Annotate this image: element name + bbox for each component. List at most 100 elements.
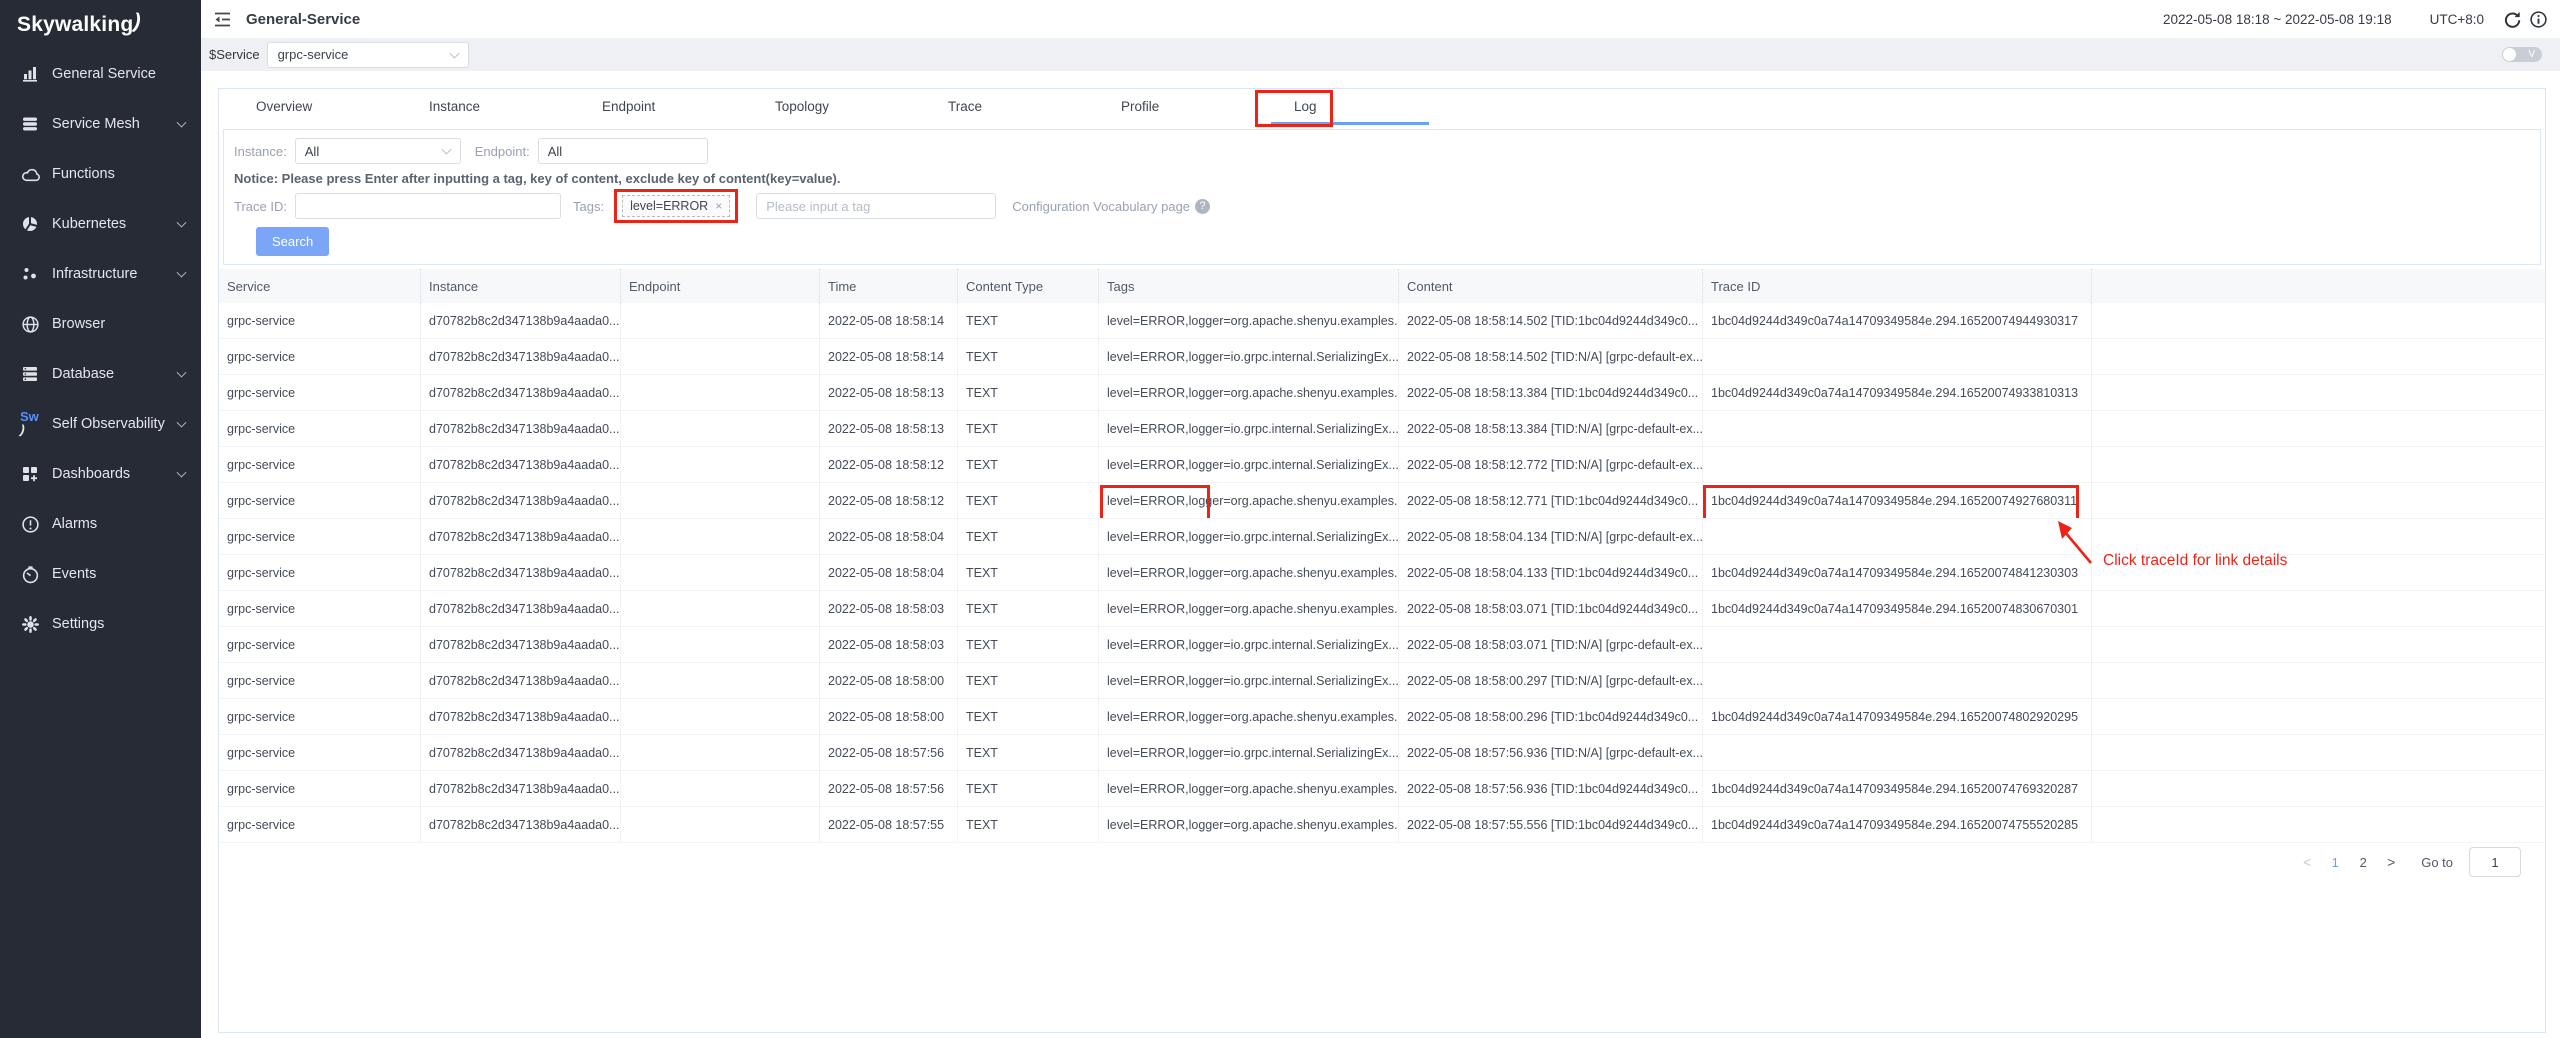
cell-content: 2022-05-08 18:58:12.772 [TID:N/A] [grpc-… xyxy=(1399,447,1703,482)
cell-content-type: TEXT xyxy=(958,735,1099,770)
timezone-label[interactable]: UTC+8:0 xyxy=(2430,12,2484,27)
time-range-picker[interactable]: 2022-05-08 18:18 ~ 2022-05-08 19:18 xyxy=(2163,12,2392,27)
chevron-down-icon xyxy=(177,368,187,378)
trace-id-link[interactable]: 1bc04d9244d349c0a74a14709349584e.294.165… xyxy=(1711,782,2078,796)
cell-endpoint xyxy=(621,807,820,842)
tab[interactable]: Overview xyxy=(256,89,429,125)
column-header: Content Type xyxy=(958,269,1099,303)
trace-id-link[interactable]: 1bc04d9244d349c0a74a14709349584e.294.165… xyxy=(1711,386,2078,400)
service-select[interactable]: grpc-service xyxy=(267,42,469,68)
tab[interactable]: Instance xyxy=(429,89,602,125)
log-row[interactable]: grpc-service d70782b8c2d347138b9a4aada0.… xyxy=(219,339,2545,375)
log-row[interactable]: grpc-service d70782b8c2d347138b9a4aada0.… xyxy=(219,447,2545,483)
cell-content-type: TEXT xyxy=(958,663,1099,698)
configuration-vocabulary-link[interactable]: Configuration Vocabulary page xyxy=(1012,199,1190,214)
trace-id-link[interactable]: 1bc04d9244d349c0a74a14709349584e.294.165… xyxy=(1711,602,2078,616)
cell-time: 2022-05-08 18:58:13 xyxy=(820,375,958,410)
log-row[interactable]: grpc-service d70782b8c2d347138b9a4aada0.… xyxy=(219,699,2545,735)
goto-label: Go to xyxy=(2421,855,2453,870)
log-row[interactable]: grpc-service d70782b8c2d347138b9a4aada0.… xyxy=(219,591,2545,627)
cell-endpoint xyxy=(621,519,820,554)
endpoint-filter-label: Endpoint: xyxy=(475,144,530,159)
sidebar-item-browser[interactable]: Browser xyxy=(0,299,201,349)
log-row[interactable]: grpc-service d70782b8c2d347138b9a4aada0.… xyxy=(219,627,2545,663)
trace-id-link[interactable]: 1bc04d9244d349c0a74a14709349584e.294.165… xyxy=(1711,818,2078,832)
log-row[interactable]: grpc-service d70782b8c2d347138b9a4aada0.… xyxy=(219,663,2545,699)
sidebar-item-self-observability[interactable]: Sw) Self Observability xyxy=(0,399,201,449)
sidebar-item-infrastructure[interactable]: Infrastructure xyxy=(0,249,201,299)
trace-id-link[interactable]: 1bc04d9244d349c0a74a14709349584e.294.165… xyxy=(1711,314,2078,328)
cell-time: 2022-05-08 18:58:12 xyxy=(820,483,958,518)
sidebar-item-settings[interactable]: Settings xyxy=(0,599,201,649)
cell-tags: level=ERROR,logger=org.apache.shenyu.exa… xyxy=(1099,375,1399,410)
cell-trace-id xyxy=(1703,627,2092,662)
tag-chip-label: level=ERROR xyxy=(630,199,708,213)
tag-chip[interactable]: level=ERROR × xyxy=(622,195,730,217)
sidebar-item-database[interactable]: Database xyxy=(0,349,201,399)
page-2-button[interactable]: 2 xyxy=(2357,855,2369,870)
sidebar-item-service-mesh[interactable]: Service Mesh xyxy=(0,99,201,149)
refresh-icon[interactable] xyxy=(2501,9,2521,29)
goto-page-input[interactable] xyxy=(2469,847,2521,877)
sidebar-item-events[interactable]: Events xyxy=(0,549,201,599)
log-row[interactable]: grpc-service d70782b8c2d347138b9a4aada0.… xyxy=(219,519,2545,555)
tab[interactable]: Endpoint xyxy=(602,89,775,125)
sidebar-item-dashboards[interactable]: Dashboards xyxy=(0,449,201,499)
next-page-icon[interactable]: > xyxy=(2385,854,2397,870)
trace-id-link[interactable]: 1bc04d9244d349c0a74a14709349584e.294.165… xyxy=(1711,710,2078,724)
tab[interactable]: Log xyxy=(1294,89,1467,125)
help-icon[interactable]: ? xyxy=(1195,199,1210,214)
cell-time: 2022-05-08 18:57:55 xyxy=(820,807,958,842)
auto-refresh-toggle[interactable]: V xyxy=(2502,47,2542,62)
page-title: General-Service xyxy=(246,11,360,28)
main-area: General-Service 2022-05-08 18:18 ~ 2022-… xyxy=(201,0,2560,1038)
log-row[interactable]: grpc-service d70782b8c2d347138b9a4aada0.… xyxy=(219,483,2545,519)
search-button[interactable]: Search xyxy=(256,227,329,256)
tab[interactable]: Trace xyxy=(948,89,1121,125)
cell-instance: d70782b8c2d347138b9a4aada0... xyxy=(421,663,621,698)
info-icon[interactable] xyxy=(2528,9,2548,29)
tag-input[interactable] xyxy=(756,193,996,219)
cell-content-type: TEXT xyxy=(958,591,1099,626)
column-header: Trace ID xyxy=(1703,269,2092,303)
cell-content-type: TEXT xyxy=(958,375,1099,410)
cell-content: 2022-05-08 18:58:12.771 [TID:1bc04d9244d… xyxy=(1399,483,1703,518)
cell-instance: d70782b8c2d347138b9a4aada0... xyxy=(421,591,621,626)
log-row[interactable]: grpc-service d70782b8c2d347138b9a4aada0.… xyxy=(219,411,2545,447)
trace-id-link[interactable]: 1bc04d9244d349c0a74a14709349584e.294.165… xyxy=(1711,494,2077,508)
sidebar-item-functions[interactable]: Functions xyxy=(0,149,201,199)
log-row[interactable]: grpc-service d70782b8c2d347138b9a4aada0.… xyxy=(219,771,2545,807)
cell-content-type: TEXT xyxy=(958,339,1099,374)
service-variable-label: $Service xyxy=(209,47,260,62)
gear-icon xyxy=(20,614,40,634)
sidebar-item-alarms[interactable]: Alarms xyxy=(0,499,201,549)
trace-id-input[interactable] xyxy=(295,193,561,219)
cell-instance: d70782b8c2d347138b9a4aada0... xyxy=(421,339,621,374)
cell-service: grpc-service xyxy=(219,699,421,734)
cell-time: 2022-05-08 18:58:03 xyxy=(820,627,958,662)
previous-page-icon[interactable]: < xyxy=(2301,854,2313,870)
log-row[interactable]: grpc-service d70782b8c2d347138b9a4aada0.… xyxy=(219,807,2545,843)
instance-select[interactable]: All xyxy=(295,138,461,164)
sidebar-item-general-service[interactable]: General Service xyxy=(0,49,201,99)
cell-endpoint xyxy=(621,591,820,626)
cell-instance: d70782b8c2d347138b9a4aada0... xyxy=(421,447,621,482)
tab[interactable]: Topology xyxy=(775,89,948,125)
page-1-button[interactable]: 1 xyxy=(2329,855,2341,870)
sidebar-collapse-icon[interactable] xyxy=(211,8,233,30)
trace-id-link[interactable]: 1bc04d9244d349c0a74a14709349584e.294.165… xyxy=(1711,566,2078,580)
cell-tags: level=ERROR,logger=io.grpc.internal.Seri… xyxy=(1099,519,1399,554)
log-row[interactable]: grpc-service d70782b8c2d347138b9a4aada0.… xyxy=(219,375,2545,411)
sidebar-item-kubernetes[interactable]: Kubernetes xyxy=(0,199,201,249)
cell-service: grpc-service xyxy=(219,771,421,806)
log-row[interactable]: grpc-service d70782b8c2d347138b9a4aada0.… xyxy=(219,303,2545,339)
endpoint-input[interactable] xyxy=(538,138,708,164)
cell-content: 2022-05-08 18:57:56.936 [TID:1bc04d9244d… xyxy=(1399,771,1703,806)
cell-trace-id: 1bc04d9244d349c0a74a14709349584e.294.165… xyxy=(1703,303,2092,338)
log-row[interactable]: grpc-service d70782b8c2d347138b9a4aada0.… xyxy=(219,735,2545,771)
cell-content-type: TEXT xyxy=(958,303,1099,338)
cell-content: 2022-05-08 18:58:00.297 [TID:N/A] [grpc-… xyxy=(1399,663,1703,698)
close-icon[interactable]: × xyxy=(715,199,722,213)
cell-time: 2022-05-08 18:58:04 xyxy=(820,555,958,590)
annotation-text: Click traceId for link details xyxy=(2103,552,2287,570)
